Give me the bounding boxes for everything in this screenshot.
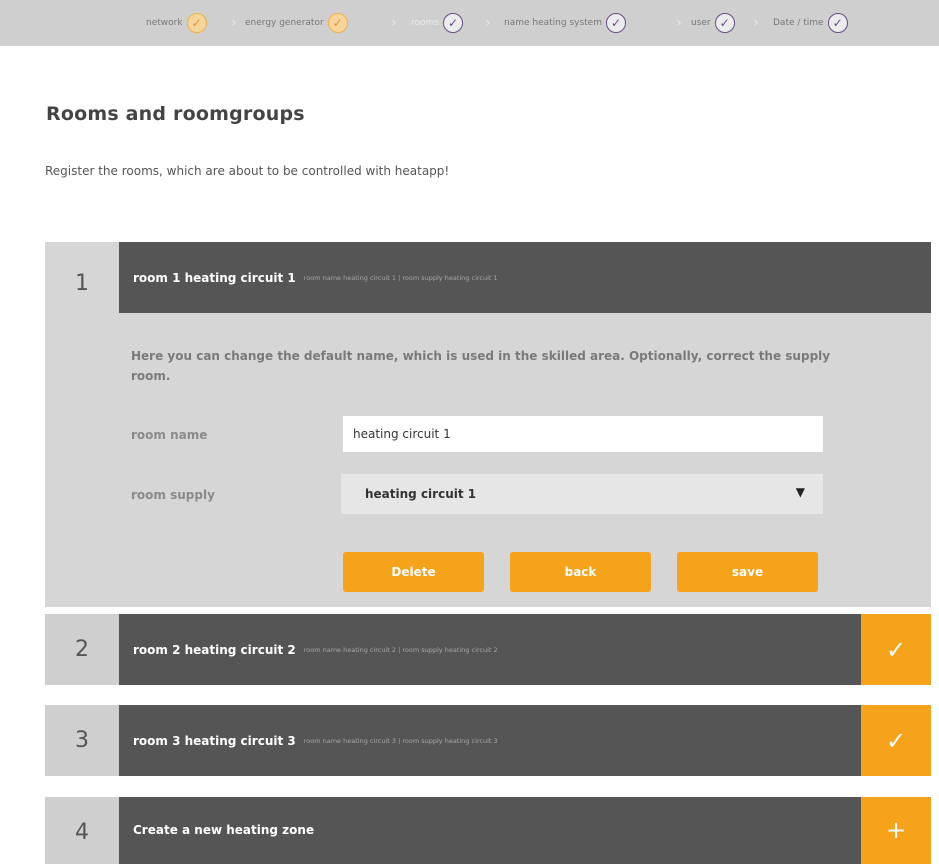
- step-label-energy-generator: energy generator: [245, 18, 324, 28]
- chevron-right-icon: ›: [231, 15, 237, 31]
- step-user[interactable]: user ✓: [691, 11, 735, 35]
- room-name-input[interactable]: [343, 416, 823, 452]
- step-date-time[interactable]: Date / time ✓: [773, 11, 848, 35]
- room-number: 4: [45, 797, 119, 864]
- room-card-header[interactable]: room 3 heating circuit 3 room name heati…: [119, 705, 861, 776]
- create-heating-zone-label: Create a new heating zone: [133, 823, 315, 837]
- check-icon: ✓: [442, 13, 463, 33]
- room-card-3: 3 room 3 heating circuit 3 room name hea…: [45, 705, 931, 776]
- back-button[interactable]: back: [510, 552, 651, 592]
- room-supply-select[interactable]: heating circuit 1 ▼: [341, 474, 823, 514]
- chevron-right-icon: ›: [753, 15, 759, 31]
- room-title: room 1 heating circuit 1: [133, 270, 296, 285]
- room-card-2: 2 room 2 heating circuit 2 room name hea…: [45, 614, 931, 685]
- step-label-date-time: Date / time: [773, 18, 824, 28]
- step-label-network: network: [146, 18, 183, 28]
- room-card-header[interactable]: room 2 heating circuit 2 room name heati…: [119, 614, 861, 685]
- room-subtitle: room name heating circuit 3 | room suppl…: [303, 736, 498, 745]
- page-intro: Register the rooms, which are about to b…: [45, 164, 450, 178]
- check-icon: ✓: [186, 13, 207, 33]
- chevron-right-icon: ›: [676, 15, 682, 31]
- step-label-rooms: rooms: [411, 18, 439, 28]
- page-title: Rooms and roomgroups: [46, 103, 305, 125]
- plus-icon[interactable]: +: [861, 797, 931, 864]
- chevron-right-icon: ›: [485, 15, 491, 31]
- room-number: 2: [45, 614, 119, 685]
- room-number: 1: [45, 242, 119, 607]
- step-label-name-heating-system: name heating system: [504, 18, 602, 28]
- save-button[interactable]: save: [677, 552, 818, 592]
- check-icon: ✓: [327, 13, 348, 33]
- room-help-text: Here you can change the default name, wh…: [131, 349, 831, 383]
- room-number: 3: [45, 705, 119, 776]
- chevron-right-icon: ›: [391, 15, 397, 31]
- new-heating-zone-card: 4 Create a new heating zone +: [45, 797, 931, 868]
- room-subtitle: room name heating circuit 2 | room suppl…: [303, 645, 498, 654]
- check-icon: ✓: [827, 13, 848, 33]
- step-energy-generator[interactable]: energy generator ✓: [245, 11, 348, 35]
- setup-progress-bar: network ✓ › energy generator ✓ › rooms ✓…: [0, 0, 939, 46]
- check-icon: ✓: [606, 13, 626, 33]
- room-title: room 3 heating circuit 3: [133, 733, 296, 748]
- room-subtitle: room name heating circuit 1 | room suppl…: [303, 273, 498, 282]
- room-title: room 2 heating circuit 2: [133, 642, 296, 657]
- check-icon: ✓: [714, 13, 735, 33]
- step-name-heating-system[interactable]: name heating system ✓: [504, 11, 626, 35]
- room-card-1: 1 room 1 heating circuit 1 room name hea…: [45, 242, 931, 607]
- step-network[interactable]: network ✓: [146, 11, 207, 35]
- dropdown-arrow-icon: ▼: [795, 485, 805, 499]
- checkmark-icon[interactable]: ✓: [861, 705, 931, 776]
- room-name-label: room name: [131, 428, 208, 442]
- room-supply-value: heating circuit 1: [365, 487, 477, 501]
- room-supply-label: room supply: [131, 488, 215, 502]
- step-rooms[interactable]: rooms ✓: [411, 11, 463, 35]
- delete-button[interactable]: Delete: [343, 552, 484, 592]
- create-heating-zone-header[interactable]: Create a new heating zone: [119, 797, 861, 864]
- step-label-user: user: [691, 18, 711, 28]
- room-card-header[interactable]: room 1 heating circuit 1 room name heati…: [119, 242, 931, 313]
- checkmark-icon[interactable]: ✓: [861, 614, 931, 685]
